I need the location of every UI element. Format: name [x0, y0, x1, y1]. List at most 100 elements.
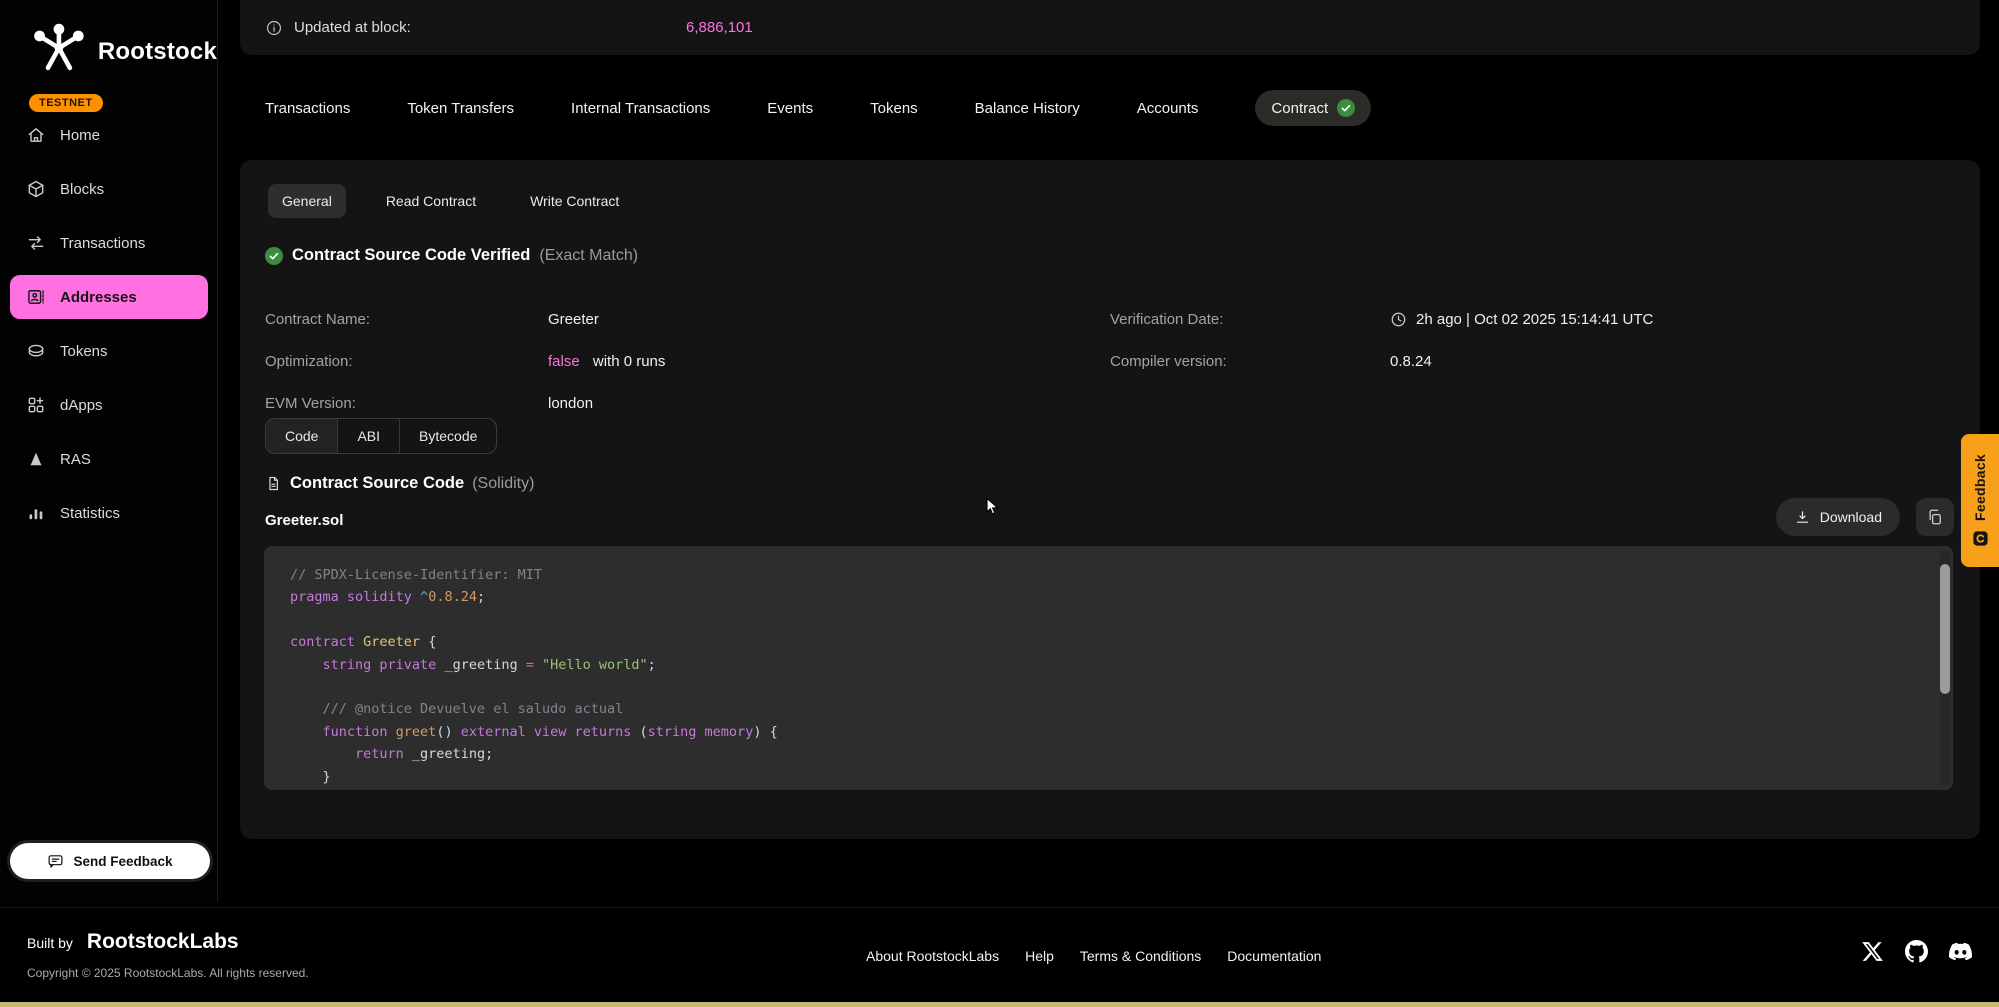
code-line-8: function greet() external view returns (… [290, 721, 1953, 743]
addresses-icon [26, 287, 46, 307]
footer-link-about-rootstocklabs[interactable]: About RootstockLabs [866, 948, 999, 964]
address-tabs: Transactions Token Transfers Internal Tran… [240, 86, 1371, 130]
code-token: 0.8.24 [428, 589, 477, 605]
sidebar: Rootstock TESTNET Home Blocks Transactions… [0, 0, 218, 902]
tab-contract[interactable]: Contract [1255, 90, 1371, 126]
segment-bytecode[interactable]: Bytecode [399, 419, 496, 453]
detail-row-optimization: Optimization:false with 0 runs [265, 340, 1085, 382]
tab-label: Accounts [1137, 100, 1199, 117]
sidebar-item-home[interactable]: Home [10, 113, 208, 157]
verified-heading: Contract Source Code Verified (Exact Mat… [265, 246, 638, 265]
verified-check-icon [1337, 99, 1355, 117]
detail-value-text: with 0 runs [589, 353, 666, 370]
footer-link-documentation[interactable]: Documentation [1227, 948, 1321, 964]
sidebar-item-label: RAS [60, 451, 91, 468]
sidebar-item-tokens[interactable]: Tokens [10, 329, 208, 373]
topbar: Updated at block: 6,886,101 [240, 0, 1980, 55]
detail-value-text: london [548, 395, 593, 412]
send-feedback-label: Send Feedback [73, 854, 172, 869]
brand-name: Rootstock [98, 38, 217, 66]
social-links [1861, 940, 1972, 963]
code-line-4: contract Greeter { [290, 631, 1953, 653]
detail-row-compiler-version: Compiler version:0.8.24 [1110, 340, 1950, 382]
code-token: _greeting; [412, 746, 493, 762]
download-button[interactable]: Download [1776, 498, 1900, 536]
rootstocklabs-link[interactable]: RootstockLabs [87, 930, 239, 954]
feedback-label: Feedback [1972, 454, 1988, 521]
segment-abi[interactable]: ABI [337, 419, 399, 453]
subtab-write-contract[interactable]: Write Contract [516, 184, 633, 218]
screen: Rootstock TESTNET Home Blocks Transactions… [0, 0, 1999, 1007]
source-code: // SPDX-License-Identifier: MITpragma so… [264, 546, 1953, 788]
tab-tokens[interactable]: Tokens [870, 100, 918, 117]
code-line-10: } [290, 766, 1953, 788]
detail-label: Verification Date: [1110, 311, 1390, 328]
discord-icon[interactable] [1949, 940, 1972, 963]
block-number-link[interactable]: 6,886,101 [686, 19, 753, 36]
tab-events[interactable]: Events [767, 100, 813, 117]
download-label: Download [1820, 509, 1882, 525]
tab-internal-transactions[interactable]: Internal Transactions [571, 100, 710, 117]
subtab-read-contract[interactable]: Read Contract [372, 184, 490, 218]
code-token: ; [648, 657, 656, 673]
detail-value: false with 0 runs [548, 353, 665, 370]
code-scrollbar-thumb[interactable] [1940, 564, 1950, 694]
tab-transactions[interactable]: Transactions [265, 100, 350, 117]
detail-label: Optimization: [265, 353, 548, 370]
brand: Rootstock TESTNET [27, 18, 217, 112]
rootstock-logo-icon [27, 18, 91, 87]
subtab-general[interactable]: General [268, 184, 346, 218]
sidebar-item-label: Tokens [60, 343, 108, 360]
detail-label: EVM Version: [265, 395, 548, 412]
send-feedback-button[interactable]: Send Feedback [10, 843, 210, 879]
tab-label: Transactions [265, 100, 350, 117]
home-icon [26, 125, 46, 145]
code-scrollbar[interactable] [1940, 550, 1950, 786]
sidebar-item-statistics[interactable]: Statistics [10, 491, 208, 535]
verified-suffix: (Exact Match) [539, 247, 638, 265]
detail-value: 2h ago | Oct 02 2025 15:14:41 UTC [1390, 311, 1653, 328]
detail-value: london [548, 395, 593, 412]
tab-label: Events [767, 100, 813, 117]
source-title: Contract Source Code [290, 474, 464, 493]
contract-details-left: Contract Name:GreeterOptimization:false … [265, 298, 1085, 424]
code-token: ( [640, 724, 648, 740]
tab-label: Internal Transactions [571, 100, 710, 117]
tab-accounts[interactable]: Accounts [1137, 100, 1199, 117]
code-token: function [290, 724, 396, 740]
copyright: Copyright © 2025 RootstockLabs. All righ… [27, 966, 309, 980]
feedback-tab[interactable]: Feedback [1961, 434, 1999, 567]
ras-icon [26, 449, 46, 469]
code-line-2: pragma solidity ^0.8.24; [290, 586, 1953, 608]
dapps-icon [26, 395, 46, 415]
tab-token-transfers[interactable]: Token Transfers [407, 100, 514, 117]
footer-link-help[interactable]: Help [1025, 948, 1054, 964]
footer-links: About RootstockLabs Help Terms & Condition… [866, 948, 1321, 964]
code-token: { [420, 634, 436, 650]
tab-label: Balance History [975, 100, 1080, 117]
code-token: Greeter [363, 634, 420, 650]
sidebar-item-transactions[interactable]: Transactions [10, 221, 208, 265]
sidebar-item-label: Statistics [60, 505, 120, 522]
contract-details-right: Verification Date:2h ago | Oct 02 2025 1… [1110, 298, 1950, 382]
contract-panel: General Read Contract Write Contract Contr… [240, 160, 1980, 839]
verified-check-icon [265, 247, 283, 265]
sidebar-item-addresses[interactable]: Addresses [10, 275, 208, 319]
copy-icon [1926, 508, 1944, 526]
detail-label: Compiler version: [1110, 353, 1390, 370]
sidebar-item-dapps[interactable]: dApps [10, 383, 208, 427]
tab-balance-history[interactable]: Balance History [975, 100, 1080, 117]
footer-link-terms-conditions[interactable]: Terms & Conditions [1080, 948, 1201, 964]
github-icon[interactable] [1905, 940, 1928, 963]
segment-code[interactable]: Code [266, 419, 337, 453]
code-token: _greeting [436, 657, 525, 673]
x-icon[interactable] [1861, 940, 1884, 963]
sidebar-item-blocks[interactable]: Blocks [10, 167, 208, 211]
source-suffix: (Solidity) [472, 475, 534, 493]
copy-button[interactable] [1916, 498, 1954, 536]
info-icon [265, 19, 283, 37]
sidebar-item-ras[interactable]: RAS [10, 437, 208, 481]
file-icon [265, 475, 282, 492]
code-token: string private [290, 657, 436, 673]
code-token: "Hello world" [534, 657, 648, 673]
